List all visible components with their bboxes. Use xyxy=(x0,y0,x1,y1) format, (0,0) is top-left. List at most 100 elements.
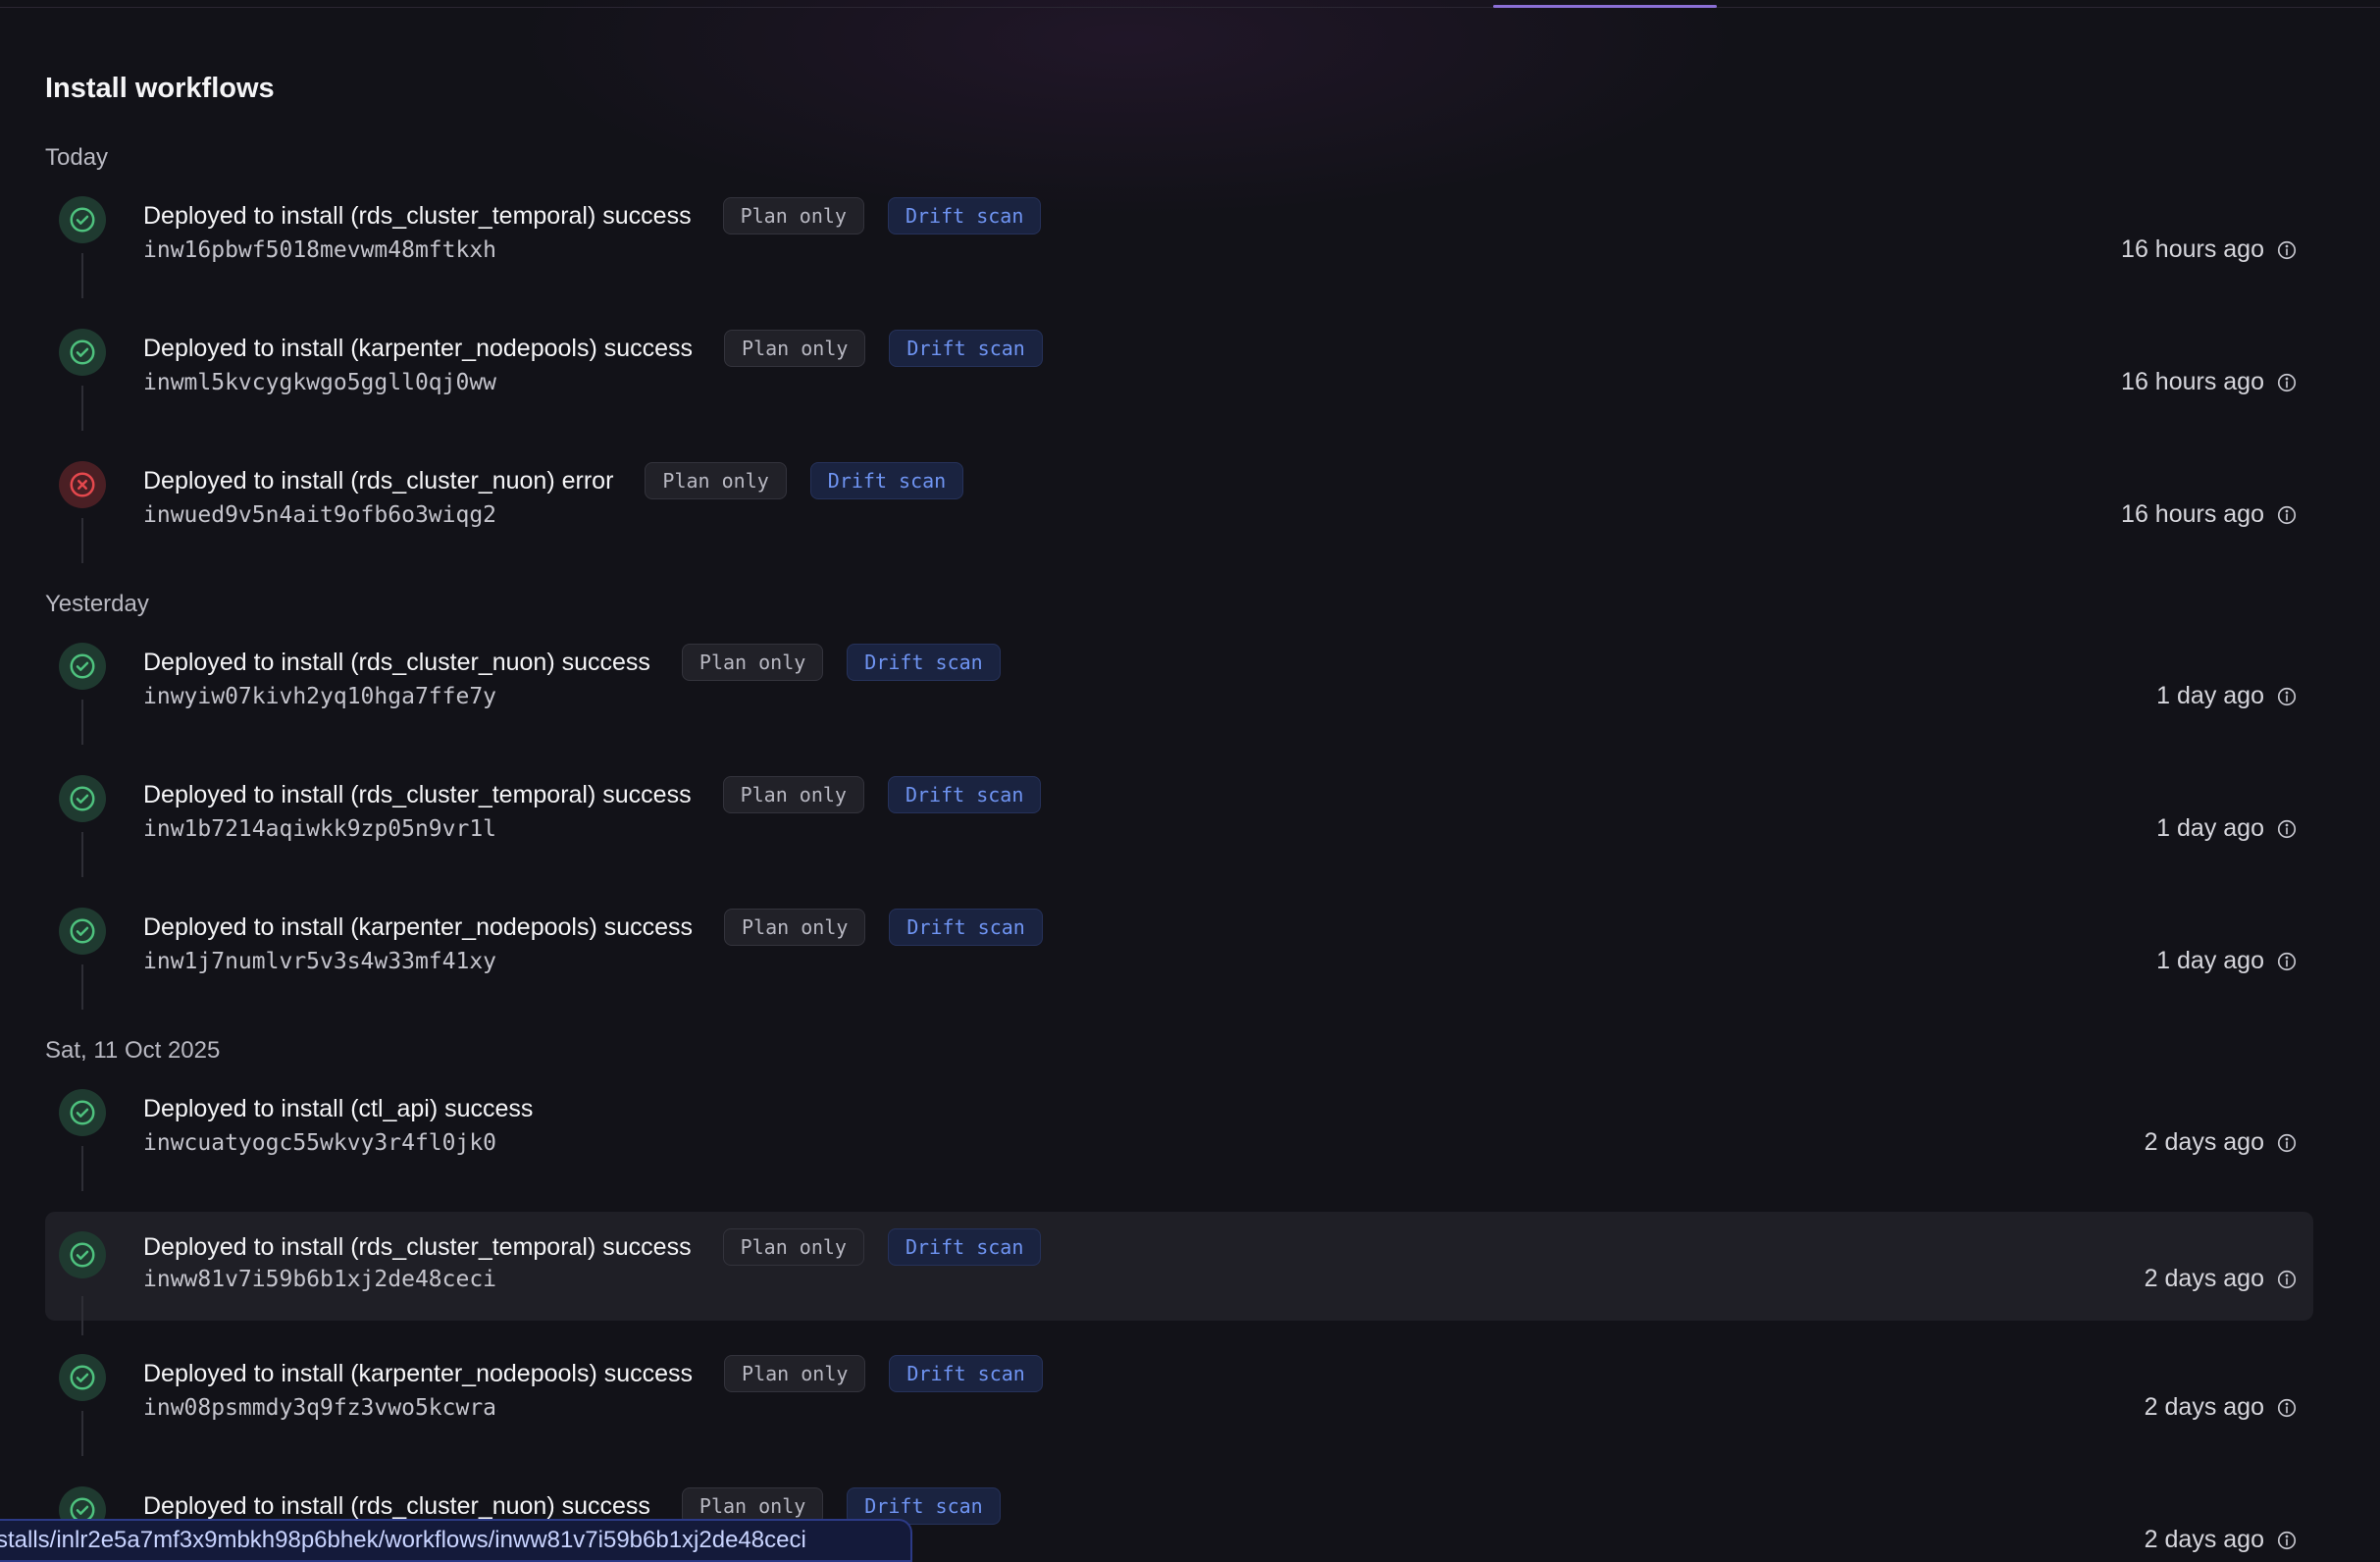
workflow-id: inwml5kvcygkwgo5ggll0qj0ww xyxy=(143,370,497,395)
workflow-title[interactable]: Deployed to install (rds_cluster_nuon) s… xyxy=(143,1492,650,1521)
timeline-connector xyxy=(81,964,83,1010)
check-circle-icon xyxy=(59,1354,106,1401)
date-group-label: Today xyxy=(45,144,109,171)
check-circle-icon xyxy=(59,196,106,243)
workflow-feed: Today Deployed to install (rds_cluster_te… xyxy=(45,137,2313,1562)
workflow-id: inww81v7i59b6b1xj2de48ceci xyxy=(143,1267,497,1292)
timeline-connector xyxy=(81,1296,83,1335)
workflow-row[interactable]: Deployed to install (karpenter_nodepools… xyxy=(45,1344,2313,1477)
workflow-timestamp: 1 day ago xyxy=(2156,814,2298,843)
info-icon[interactable] xyxy=(2276,951,2298,972)
info-icon[interactable] xyxy=(2276,372,2298,393)
info-icon[interactable] xyxy=(2276,686,2298,707)
info-icon[interactable] xyxy=(2276,1269,2298,1290)
timeline-connector xyxy=(81,700,83,745)
workflow-id: inwcuatyogc55wkvy3r4fl0jk0 xyxy=(143,1130,497,1156)
page: Install workflows Today Deployed to insta… xyxy=(0,0,2380,1562)
workflow-timestamp: 16 hours ago xyxy=(2121,368,2298,396)
drift-scan-badge: Drift scan xyxy=(887,1228,1042,1266)
workflow-id: inw16pbwf5018mevwm48mftkxh xyxy=(143,237,497,263)
workflow-header: Deployed to install (rds_cluster_tempora… xyxy=(143,1227,1064,1267)
workflow-timestamp: 1 day ago xyxy=(2156,947,2298,975)
workflow-row[interactable]: Deployed to install (karpenter_nodepools… xyxy=(45,319,2313,451)
workflow-header: Deployed to install (karpenter_nodepools… xyxy=(143,329,1066,368)
check-circle-icon xyxy=(59,775,106,822)
timestamp-text: 1 day ago xyxy=(2156,682,2264,709)
workflow-header: Deployed to install (karpenter_nodepools… xyxy=(143,908,1066,947)
drift-scan-badge: Drift scan xyxy=(847,644,1001,681)
workflow-row[interactable]: Deployed to install (ctl_api) success inw… xyxy=(45,1079,2313,1212)
active-tab-indicator xyxy=(1493,5,1717,8)
drift-scan-badge: Drift scan xyxy=(887,197,1042,234)
workflow-header: Deployed to install (rds_cluster_tempora… xyxy=(143,196,1064,235)
plan-only-badge: Plan only xyxy=(722,197,864,234)
workflow-id: inw1j7numlvr5v3s4w33mf41xy xyxy=(143,949,497,974)
timeline-connector xyxy=(81,386,83,431)
workflow-row[interactable]: Deployed to install (rds_cluster_tempora… xyxy=(45,186,2313,319)
plan-only-badge: Plan only xyxy=(724,1355,866,1392)
check-circle-icon xyxy=(59,329,106,376)
workflow-timestamp: 1 day ago xyxy=(2156,682,2298,710)
workflow-timestamp: 16 hours ago xyxy=(2121,500,2298,529)
workflow-header: Deployed to install (karpenter_nodepools… xyxy=(143,1354,1066,1393)
workflow-id: inw1b7214aqiwkk9zp05n9vr1l xyxy=(143,816,497,842)
timestamp-text: 2 days ago xyxy=(2144,1128,2264,1156)
check-circle-icon xyxy=(59,1231,106,1278)
workflow-timestamp: 2 days ago xyxy=(2145,1393,2298,1422)
workflow-timestamp: 2 days ago xyxy=(2145,1526,2298,1554)
workflow-title[interactable]: Deployed to install (karpenter_nodepools… xyxy=(143,913,693,942)
info-icon[interactable] xyxy=(2276,1397,2298,1419)
workflow-title[interactable]: Deployed to install (ctl_api) success xyxy=(143,1095,533,1123)
workflow-title[interactable]: Deployed to install (rds_cluster_tempora… xyxy=(143,202,692,231)
workflow-row[interactable]: Deployed to install (rds_cluster_tempora… xyxy=(45,765,2313,898)
check-circle-icon xyxy=(59,1089,106,1136)
drift-scan-badge: Drift scan xyxy=(809,462,964,499)
timestamp-text: 2 days ago xyxy=(2144,1393,2264,1421)
info-icon[interactable] xyxy=(2276,1530,2298,1551)
timestamp-text: 1 day ago xyxy=(2156,947,2264,974)
timeline-connector xyxy=(81,1146,83,1191)
timestamp-text: 16 hours ago xyxy=(2121,235,2264,263)
workflow-title[interactable]: Deployed to install (rds_cluster_tempora… xyxy=(143,1233,692,1262)
timestamp-text: 1 day ago xyxy=(2156,814,2264,842)
plan-only-badge: Plan only xyxy=(645,462,787,499)
date-group-label: Yesterday xyxy=(45,591,149,617)
date-group: Yesterday Deployed to install (rds_cluste… xyxy=(45,584,2313,1030)
workflow-timestamp: 2 days ago xyxy=(2145,1265,2298,1293)
workflow-title[interactable]: Deployed to install (karpenter_nodepools… xyxy=(143,335,693,363)
drift-scan-badge: Drift scan xyxy=(887,776,1042,813)
workflow-title[interactable]: Deployed to install (rds_cluster_tempora… xyxy=(143,781,692,809)
drift-scan-badge: Drift scan xyxy=(889,330,1043,367)
section-title: Install workflows xyxy=(45,73,275,104)
workflow-header: Deployed to install (ctl_api) success xyxy=(143,1089,564,1128)
info-icon[interactable] xyxy=(2276,239,2298,261)
info-icon[interactable] xyxy=(2276,1132,2298,1154)
workflow-row[interactable]: Deployed to install (rds_cluster_nuon) s… xyxy=(45,633,2313,765)
workflow-row[interactable]: Deployed to install (rds_cluster_tempora… xyxy=(45,1212,2313,1335)
plan-only-badge: Plan only xyxy=(724,330,866,367)
workflow-title[interactable]: Deployed to install (karpenter_nodepools… xyxy=(143,1360,693,1388)
date-group-label: Sat, 11 Oct 2025 xyxy=(45,1037,221,1064)
check-circle-icon xyxy=(59,643,106,690)
plan-only-badge: Plan only xyxy=(722,776,864,813)
workflow-timestamp: 2 days ago xyxy=(2145,1128,2298,1157)
timestamp-text: 2 days ago xyxy=(2144,1526,2264,1553)
timeline-connector xyxy=(81,518,83,563)
workflow-row[interactable]: Deployed to install (karpenter_nodepools… xyxy=(45,898,2313,1030)
workflow-header: Deployed to install (rds_cluster_nuon) s… xyxy=(143,643,1024,682)
check-circle-icon xyxy=(59,908,106,955)
plan-only-badge: Plan only xyxy=(681,644,824,681)
workflow-title[interactable]: Deployed to install (rds_cluster_nuon) s… xyxy=(143,649,650,677)
status-bar-url: stalls/inlr2e5a7mf3x9mbkh98p6bhek/workfl… xyxy=(0,1519,912,1562)
drift-scan-badge: Drift scan xyxy=(889,909,1043,946)
timeline-connector xyxy=(81,253,83,298)
top-border xyxy=(0,7,2380,8)
timeline-connector xyxy=(81,832,83,877)
workflow-row[interactable]: Deployed to install (rds_cluster_nuon) e… xyxy=(45,451,2313,584)
date-group: Today Deployed to install (rds_cluster_te… xyxy=(45,137,2313,584)
info-icon[interactable] xyxy=(2276,818,2298,840)
workflow-header: Deployed to install (rds_cluster_tempora… xyxy=(143,775,1064,814)
workflow-title[interactable]: Deployed to install (rds_cluster_nuon) e… xyxy=(143,467,613,495)
workflow-id: inw08psmmdy3q9fz3vwo5kcwra xyxy=(143,1395,497,1421)
info-icon[interactable] xyxy=(2276,504,2298,526)
